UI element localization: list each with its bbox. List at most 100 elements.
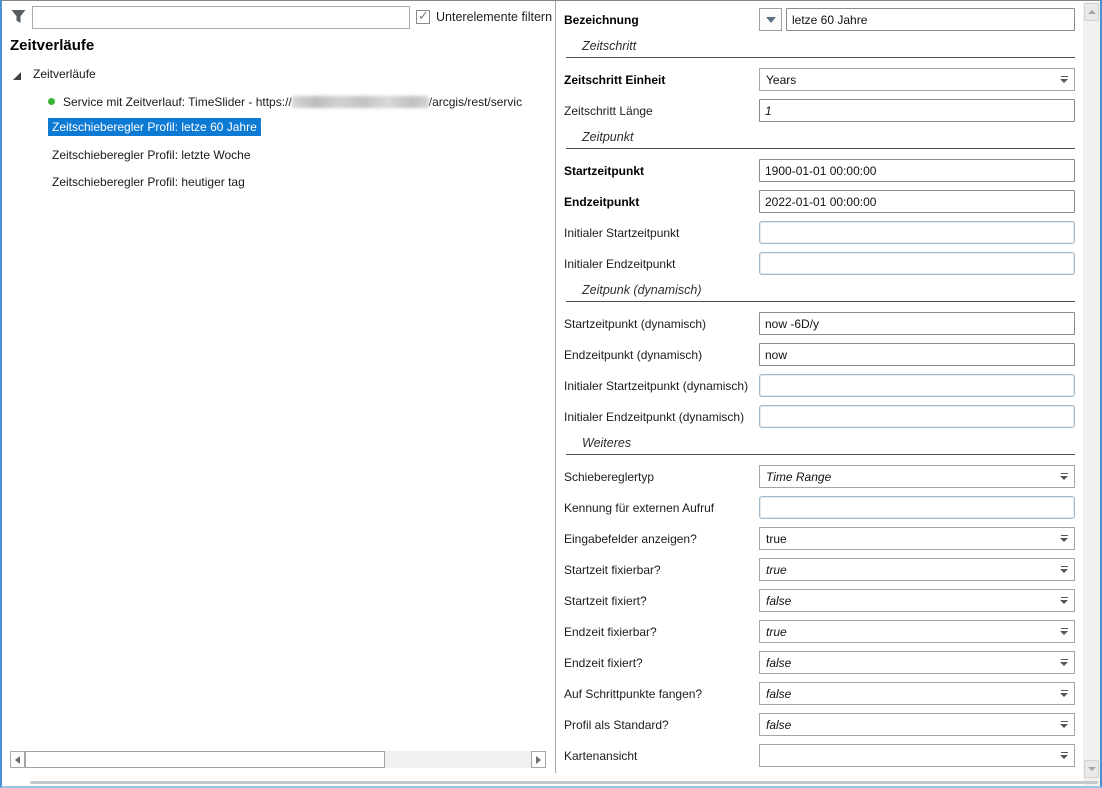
endzeitpunkt-dynamisch-input[interactable] [759,343,1075,366]
initialer-startzeitpunkt-label: Initialer Startzeitpunkt [564,226,759,240]
zeitschritt-laenge-input[interactable] [759,99,1075,122]
row-startzeit-fixierbar: Startzeit fixierbar? true [564,558,1075,581]
service-status-icon [48,98,55,105]
row-startzeitpunkt: Startzeitpunkt [564,159,1075,182]
bezeichnung-dropdown-button[interactable] [759,8,782,31]
kennung-externer-aufruf-label: Kennung für externen Aufruf [564,501,759,515]
endzeit-fixiert-label: Endzeit fixiert? [564,656,759,670]
profil-als-standard-value: false [766,718,791,732]
service-url-prefix: Service mit Zeitverlauf: TimeSlider - ht… [63,95,292,109]
tree-item-service[interactable]: Service mit Zeitverlauf: TimeSlider - ht… [63,95,522,109]
chevron-down-icon [1060,473,1069,480]
tree-item-profile-letze-60-jahre[interactable]: Zeitschieberegler Profil: letze 60 Jahre [48,118,261,136]
endzeit-fixiert-select[interactable]: false [759,651,1075,674]
redacted-host-blur [292,96,429,108]
startzeitpunkt-input[interactable] [759,159,1075,182]
subelements-filter-label: Unterelemente filtern [436,10,552,24]
row-profil-als-standard: Profil als Standard? false [564,713,1075,736]
section-header-zeitpunk-dynamisch: Zeitpunk (dynamisch) [566,283,1075,302]
row-bezeichnung: Bezeichnung [564,8,1075,31]
application-window: Unterelemente filtern Zeitverläufe Zeitv… [0,0,1102,788]
initialer-startzeitpunkt-input[interactable] [759,221,1075,244]
endzeitpunkt-dynamisch-label: Endzeitpunkt (dynamisch) [564,348,759,362]
row-initialer-endzeitpunkt-dynamisch: Initialer Endzeitpunkt (dynamisch) [564,405,1075,428]
startzeit-fixierbar-select[interactable]: true [759,558,1075,581]
auf-schrittpunkte-fangen-select[interactable]: false [759,682,1075,705]
kennung-externer-aufruf-input[interactable] [759,496,1075,519]
zeitschritt-einheit-select[interactable]: Years [759,68,1075,91]
scroll-left-button[interactable] [10,751,25,768]
initialer-endzeitpunkt-dynamisch-input[interactable] [759,405,1075,428]
chevron-down-icon [766,17,776,23]
filter-input[interactable] [32,6,410,29]
arrow-down-icon [1088,767,1096,771]
startzeitpunkt-dynamisch-label: Startzeitpunkt (dynamisch) [564,317,759,331]
chevron-down-icon [1060,76,1069,83]
arrow-left-icon [15,756,20,764]
startzeit-fixierbar-label: Startzeit fixierbar? [564,563,759,577]
bezeichnung-input[interactable] [786,8,1075,31]
row-initialer-endzeitpunkt: Initialer Endzeitpunkt [564,252,1075,275]
tree-expander-icon[interactable] [13,72,21,80]
chevron-down-icon [1060,566,1069,573]
startzeitpunkt-dynamisch-input[interactable] [759,312,1075,335]
horizontal-scrollbar-thumb[interactable] [25,751,385,768]
horizontal-scrollbar[interactable] [10,751,546,768]
row-kartenansicht: Kartenansicht [564,744,1075,767]
row-startzeitpunkt-dynamisch: Startzeitpunkt (dynamisch) [564,312,1075,335]
row-kennung-externer-aufruf: Kennung für externen Aufruf [564,496,1075,519]
row-startzeit-fixiert: Startzeit fixiert? false [564,589,1075,612]
initialer-endzeitpunkt-label: Initialer Endzeitpunkt [564,257,759,271]
endzeit-fixierbar-value: true [766,625,787,639]
row-zeitschritt-einheit: Zeitschritt Einheit Years [564,68,1075,91]
row-endzeit-fixiert: Endzeit fixiert? false [564,651,1075,674]
startzeit-fixiert-value: false [766,594,791,608]
endzeit-fixierbar-label: Endzeit fixierbar? [564,625,759,639]
schiebereglertyp-select[interactable]: Time Range [759,465,1075,488]
tree-root-item[interactable]: Zeitverläufe [33,67,96,81]
row-endzeitpunkt: Endzeitpunkt [564,190,1075,213]
arrow-up-icon [1088,10,1096,14]
bezeichnung-label: Bezeichnung [564,13,759,27]
startzeit-fixiert-select[interactable]: false [759,589,1075,612]
tree-item-profile-letzte-woche[interactable]: Zeitschieberegler Profil: letzte Woche [48,146,255,164]
kartenansicht-select[interactable] [759,744,1075,767]
endzeit-fixierbar-select[interactable]: true [759,620,1075,643]
initialer-endzeitpunkt-input[interactable] [759,252,1075,275]
scroll-up-button[interactable] [1084,3,1099,21]
vertical-scrollbar[interactable] [1083,2,1100,786]
profil-als-standard-select[interactable]: false [759,713,1075,736]
endzeitpunkt-label: Endzeitpunkt [564,195,759,209]
auf-schrittpunkte-fangen-value: false [766,687,791,701]
row-endzeitpunkt-dynamisch: Endzeitpunkt (dynamisch) [564,343,1075,366]
startzeit-fixierbar-value: true [766,563,787,577]
tree-item-profile-heutiger-tag[interactable]: Zeitschieberegler Profil: heutiger tag [48,173,249,191]
scroll-right-button[interactable] [531,751,546,768]
startzeit-fixiert-label: Startzeit fixiert? [564,594,759,608]
auf-schrittpunkte-fangen-label: Auf Schrittpunkte fangen? [564,687,759,701]
panel-divider [555,1,556,773]
subelements-filter-checkbox[interactable] [416,10,430,24]
row-initialer-startzeitpunkt: Initialer Startzeitpunkt [564,221,1075,244]
filter-icon [10,8,27,25]
initialer-startzeitpunkt-dynamisch-input[interactable] [759,374,1075,397]
chevron-down-icon [1060,628,1069,635]
scroll-down-button[interactable] [1084,760,1099,778]
section-header-zeitpunkt: Zeitpunkt [566,130,1075,149]
row-endzeit-fixierbar: Endzeit fixierbar? true [564,620,1075,643]
zeitschritt-laenge-label: Zeitschritt Länge [564,104,759,118]
row-initialer-startzeitpunkt-dynamisch: Initialer Startzeitpunkt (dynamisch) [564,374,1075,397]
schiebereglertyp-label: Schiebereglertyp [564,470,759,484]
chevron-down-icon [1060,597,1069,604]
window-bottom-edge [30,781,1098,784]
endzeitpunkt-input[interactable] [759,190,1075,213]
row-zeitschritt-laenge: Zeitschritt Länge [564,99,1075,122]
arrow-right-icon [536,756,541,764]
section-header-weiteres: Weiteres [566,436,1075,455]
eingabefelder-anzeigen-select[interactable]: true [759,527,1075,550]
schiebereglertyp-value: Time Range [766,470,831,484]
initialer-startzeitpunkt-dynamisch-label: Initialer Startzeitpunkt (dynamisch) [564,379,759,393]
zeitschritt-einheit-label: Zeitschritt Einheit [564,73,759,87]
chevron-down-icon [1060,721,1069,728]
chevron-down-icon [1060,659,1069,666]
